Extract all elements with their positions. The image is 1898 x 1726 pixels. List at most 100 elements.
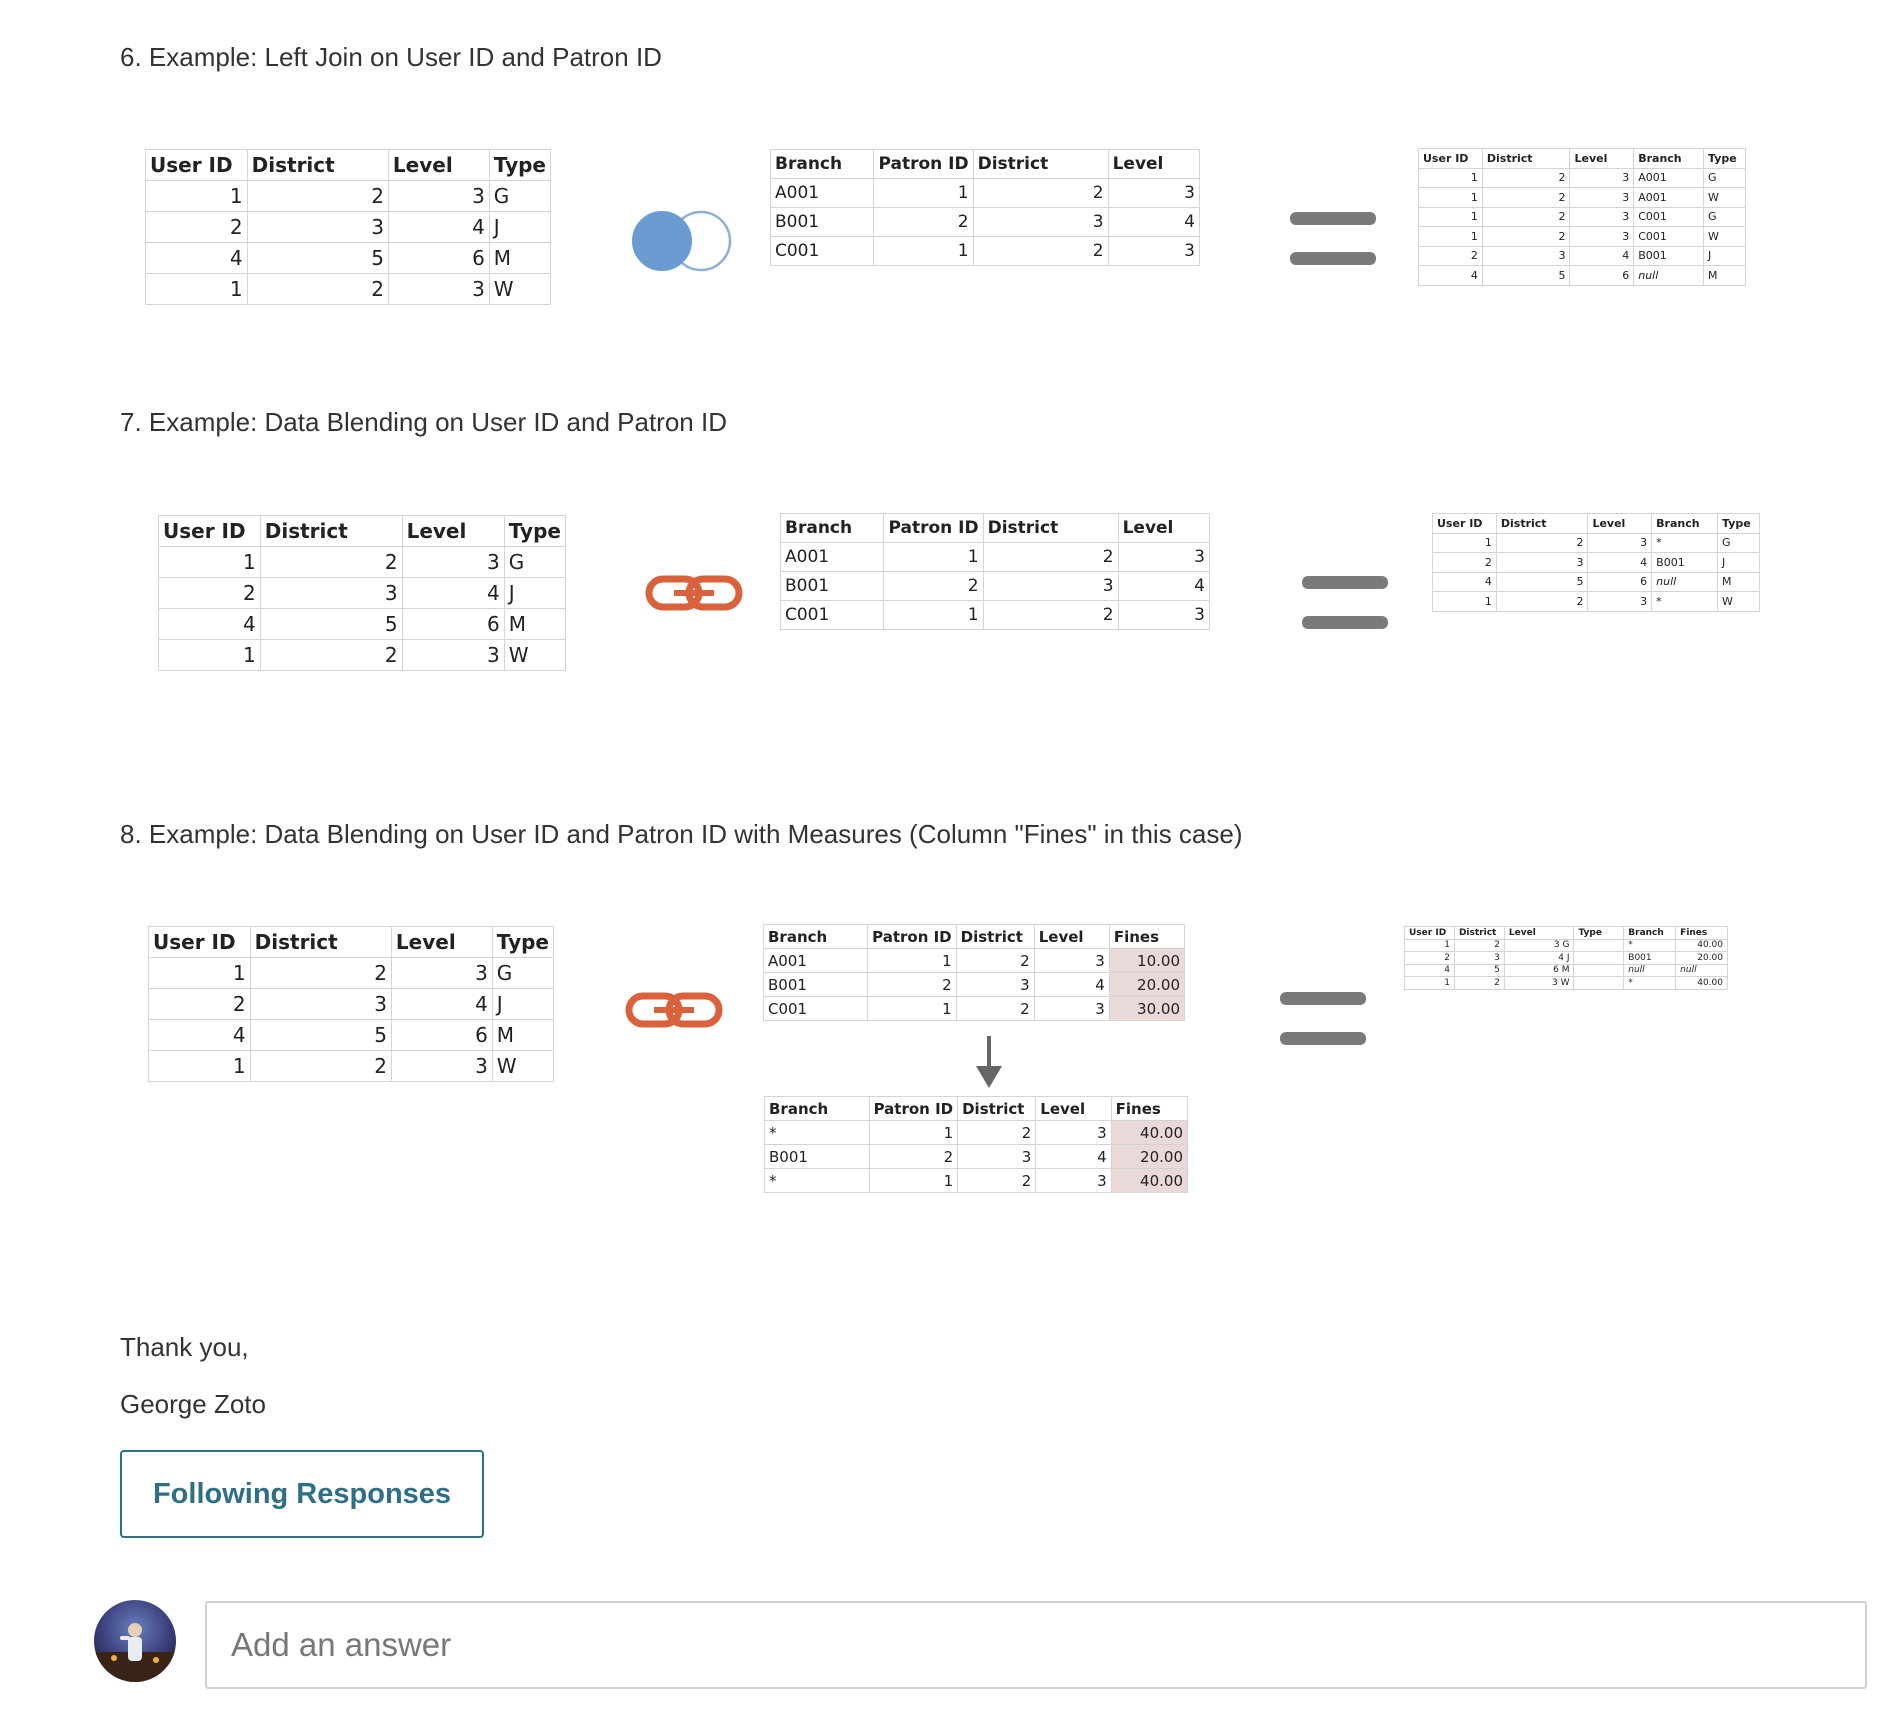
table-row: 234 J B001 20.00: [1404, 951, 1728, 965]
table-cell: 4: [1587, 552, 1653, 573]
table-row: 123G: [145, 180, 552, 212]
table-cell: B001: [1633, 245, 1705, 266]
table-cell: [1573, 938, 1625, 952]
table-cell: 2: [1432, 552, 1497, 573]
table-cell: 4: [145, 242, 248, 274]
table-cell: 2: [259, 639, 403, 671]
table-cell: 10.00: [1108, 948, 1186, 973]
table-cell: 2: [982, 542, 1119, 572]
table-cell: 1: [867, 996, 957, 1021]
table-cell: C001: [1633, 206, 1705, 227]
table-cell: 2: [1453, 976, 1505, 990]
table-cell: 2: [259, 546, 403, 578]
s6-branch-table: Branch Patron ID District Level A001 1 2 3 …: [769, 149, 1201, 266]
table-cell: 1: [145, 180, 248, 212]
table-row: * 1 2 3 40.00: [764, 1120, 1189, 1145]
table-cell: 2: [158, 577, 261, 609]
table-cell: 1: [883, 542, 984, 572]
table-cell: 3: [401, 546, 505, 578]
table-cell: 4: [1117, 571, 1211, 601]
header-cell: Patron ID: [873, 149, 974, 179]
table-cell: 2: [1453, 938, 1505, 952]
table-row: C001 1 2 3 30.00: [762, 996, 1186, 1021]
s6-result-table: User ID District Level Branch Type 1 2 3 A0…: [1418, 148, 1746, 286]
venn-left-join-icon: [632, 210, 732, 272]
table-cell: null: [1651, 571, 1718, 592]
s7-result-table: User ID District Level Branch Type 1 2 3 * G…: [1432, 513, 1760, 612]
header-cell: District: [259, 515, 403, 547]
table-cell: 1: [868, 1120, 959, 1145]
header-cell: Level: [390, 926, 493, 958]
table-cell: 2: [955, 948, 1035, 973]
chain-link-icon: [625, 992, 723, 1028]
table-cell: B001: [779, 571, 885, 601]
table-row: 123G: [148, 957, 555, 989]
table-cell: 3: [955, 972, 1035, 997]
chain-link-icon: [645, 575, 743, 611]
table-cell: A001: [762, 948, 869, 973]
header-cell: Level: [401, 515, 505, 547]
table-cell: 3: [1117, 600, 1211, 630]
table-cell: 2: [972, 236, 1109, 266]
table-cell: 2: [982, 600, 1119, 630]
table-cell: 3: [390, 1050, 493, 1082]
header-cell: Type: [488, 149, 552, 181]
table-cell: [1573, 976, 1625, 990]
table-cell: 2: [1481, 206, 1571, 227]
header-cell: Level: [1117, 513, 1211, 543]
table-cell: J: [488, 211, 552, 243]
header-cell: District: [249, 926, 392, 958]
following-responses-button[interactable]: Following Responses: [120, 1450, 484, 1538]
table-cell: 4: [1035, 1144, 1112, 1169]
table-cell: 1: [1432, 532, 1497, 553]
table-row: B001 2 3 4: [769, 207, 1201, 237]
table-cell: 40.00: [1110, 1120, 1189, 1145]
table-cell: 1: [873, 178, 974, 208]
add-answer-input[interactable]: [205, 1601, 1867, 1689]
table-cell: G: [488, 180, 552, 212]
table-cell: W: [503, 639, 567, 671]
table-cell: 40.00: [1675, 938, 1728, 952]
table-cell: B001: [769, 207, 875, 237]
table-cell: 6: [387, 242, 490, 274]
table-row: C001 1 2 3: [779, 600, 1211, 630]
table-cell: M: [491, 1019, 555, 1051]
table-cell: null: [1675, 963, 1728, 977]
table-cell: 4: [1033, 972, 1110, 997]
table-row: 456M: [145, 242, 552, 274]
table-row: 123G: [158, 546, 567, 578]
header-cell: Level: [1587, 513, 1653, 534]
table-cell: 2: [148, 988, 251, 1020]
header-cell: Branch: [769, 149, 875, 179]
table-cell: 3: [972, 207, 1109, 237]
header-cell: District: [1495, 513, 1589, 534]
table-row: 123W: [158, 639, 567, 671]
header-cell: Level: [1569, 148, 1635, 169]
header-cell: User ID: [1404, 926, 1455, 940]
header-cell: District: [972, 149, 1109, 179]
table-cell: 2: [868, 1144, 959, 1169]
table-row: 2 3 4 B001 J: [1418, 245, 1746, 266]
table-cell: A001: [1633, 187, 1705, 208]
table-cell: 2: [145, 211, 248, 243]
table-cell: 3: [387, 273, 490, 305]
header-cell: Fines: [1108, 924, 1186, 949]
header-cell: Branch: [762, 924, 869, 949]
table-cell: 2: [1404, 951, 1455, 965]
table-cell: 2: [957, 1120, 1037, 1145]
header-cell: Branch: [779, 513, 885, 543]
table-cell: 3: [1033, 996, 1110, 1021]
table-cell: J: [491, 988, 555, 1020]
table-row: 2 3 4 B001 J: [1432, 552, 1760, 573]
table-cell: C001: [1633, 226, 1705, 247]
table-cell: 3: [1569, 206, 1635, 227]
table-cell: 3 W: [1503, 976, 1575, 990]
closing-signature: George Zoto: [120, 1389, 266, 1419]
table-cell: J: [1717, 552, 1760, 573]
table-cell: *: [1623, 976, 1677, 990]
table-cell: 2: [873, 207, 974, 237]
table-cell: 3: [1033, 948, 1110, 973]
equals-sign-icon: [1302, 576, 1388, 629]
table-row: 4 5 6 null M: [1432, 571, 1760, 592]
s8-aggregated-fines-table: Branch Patron ID District Level Fines * 1…: [764, 1096, 1189, 1193]
